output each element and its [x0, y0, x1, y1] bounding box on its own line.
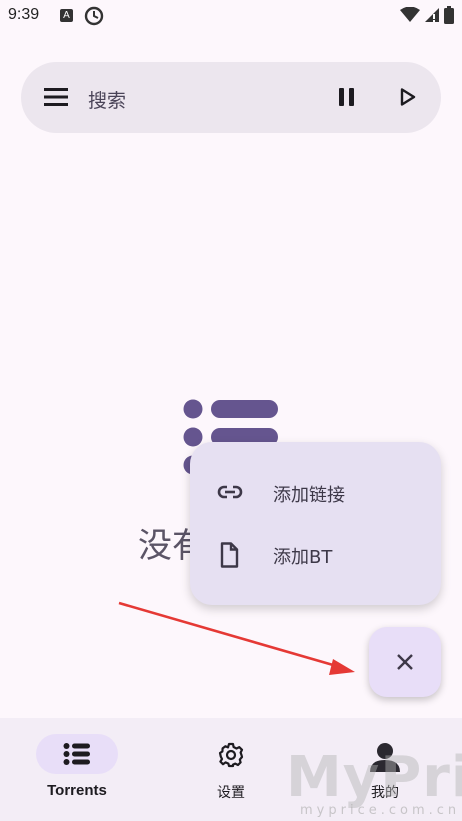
watermark-url: myprice.com.cn — [300, 803, 461, 818]
empty-state-text: 没有 — [138, 526, 198, 566]
nav-label: Torrents — [47, 782, 107, 799]
a-badge-icon: A — [60, 9, 73, 22]
search-label[interactable]: 搜索 — [88, 86, 126, 113]
menu-item-label: 添加BT — [273, 547, 333, 568]
close-icon — [395, 652, 415, 676]
menu-icon[interactable] — [44, 86, 68, 112]
nav-item-torrents[interactable]: Torrents — [30, 718, 124, 821]
wifi-icon — [400, 6, 420, 27]
list-icon — [63, 742, 91, 770]
menu-item-label: 添加链接 — [273, 485, 345, 506]
file-icon — [216, 542, 244, 572]
menu-item-add-bt[interactable]: 添加BT — [190, 525, 441, 585]
signal-icon — [424, 7, 440, 27]
status-time: 9:39 — [8, 6, 40, 23]
link-icon — [216, 480, 244, 508]
status-icons — [400, 6, 454, 28]
menu-item-add-link[interactable]: 添加链接 — [190, 463, 441, 523]
status-bar: 9:39 A — [0, 0, 462, 34]
gear-icon — [218, 742, 244, 772]
watermark-logo: MyPrice — [286, 745, 462, 810]
battery-icon — [444, 6, 454, 28]
fab-close-button[interactable] — [369, 627, 441, 697]
pause-icon[interactable] — [338, 86, 356, 112]
play-icon[interactable] — [400, 88, 416, 110]
nav-label: 设置 — [217, 785, 245, 801]
add-menu: 添加链接 添加BT — [190, 442, 441, 605]
clock-circle-icon — [84, 6, 104, 30]
nav-item-settings[interactable]: 设置 — [190, 718, 272, 821]
annotation-arrow — [115, 595, 365, 689]
search-bar[interactable]: 搜索 — [21, 62, 441, 133]
